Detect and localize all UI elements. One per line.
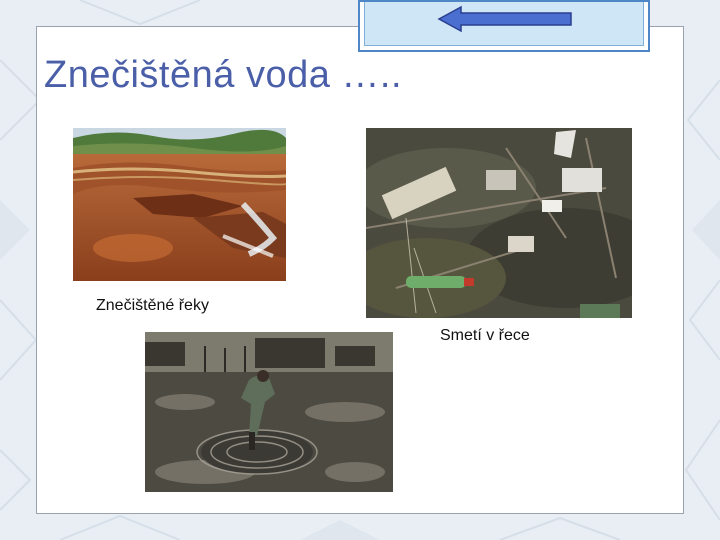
caption-polluted-rivers: Znečištěné řeky <box>96 297 209 314</box>
trash-in-river-photo <box>366 128 632 318</box>
caption-trash-in-river: Smetí v řece <box>440 327 530 344</box>
navigation-box-inner <box>364 2 644 46</box>
left-arrow-icon[interactable] <box>437 5 575 33</box>
navigation-box <box>358 0 650 52</box>
oil-polluted-water-photo <box>145 332 393 492</box>
slide-title: Znečištěná voda ….. <box>44 54 403 96</box>
polluted-river-photo <box>73 128 286 281</box>
